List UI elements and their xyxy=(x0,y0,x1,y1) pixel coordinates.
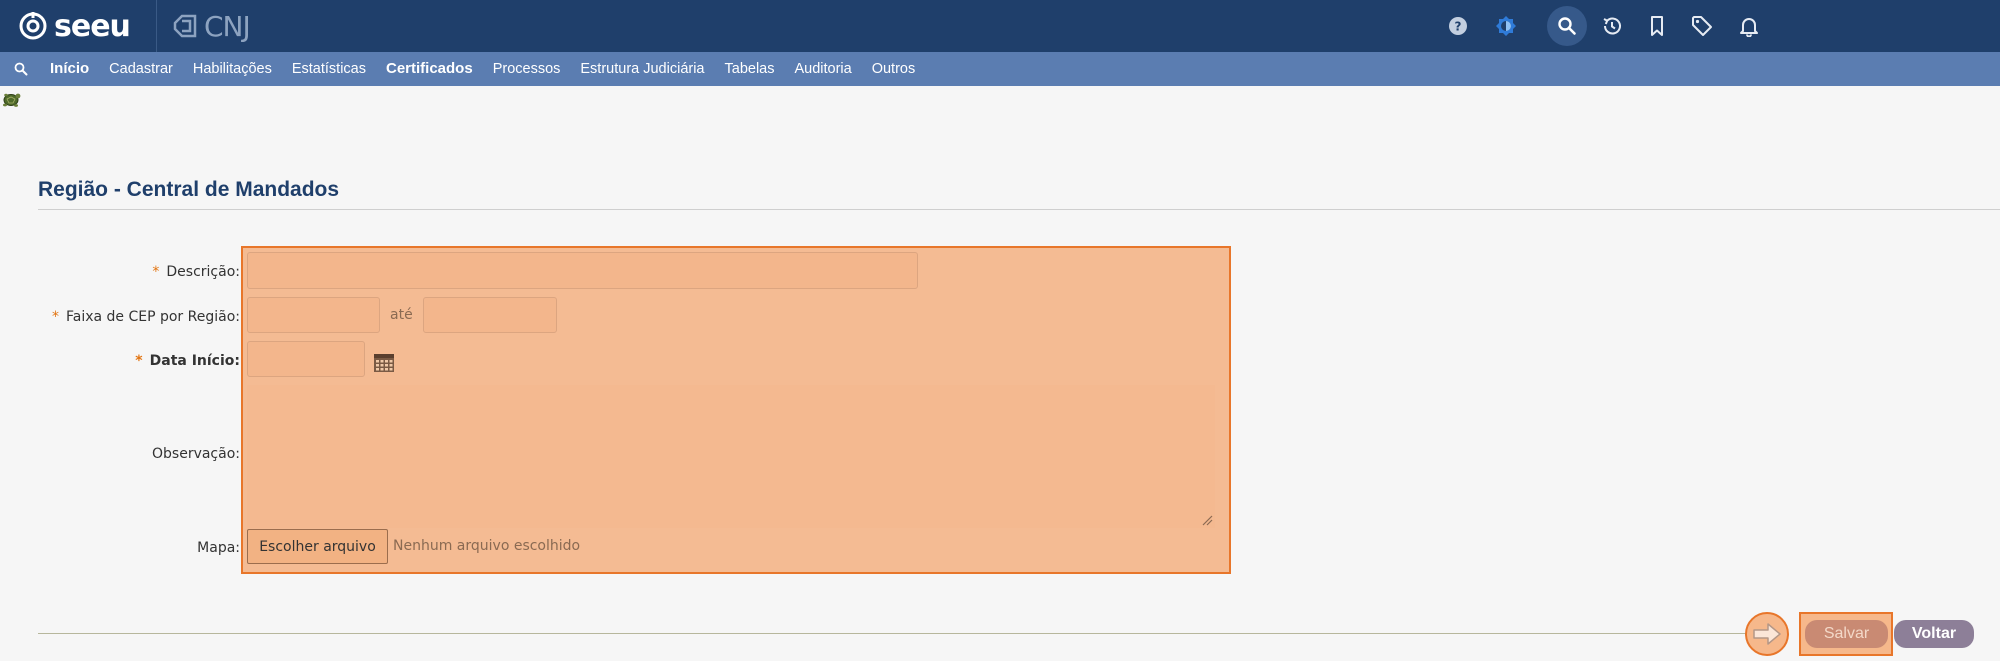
help-icon[interactable]: ? xyxy=(1438,6,1478,46)
required-mark: * xyxy=(135,353,143,369)
data-inicio-label: * Data Início: xyxy=(135,353,240,369)
observacao-label: Observação: xyxy=(152,446,240,462)
seeu-logo-text: seeu xyxy=(54,8,131,44)
menu-item-certificados[interactable]: Certificados xyxy=(376,52,483,86)
menu-item-processos[interactable]: Processos xyxy=(483,52,571,86)
theme-toggle-icon[interactable] xyxy=(1486,6,1526,46)
cep-separator: até xyxy=(390,307,413,323)
next-arrow-button[interactable] xyxy=(1745,612,1789,656)
observacao-textarea[interactable] xyxy=(247,385,1215,528)
menu-item-habilitacoes[interactable]: Habilitações xyxy=(183,52,282,86)
menu-item-estrutura-judiciaria[interactable]: Estrutura Judiciária xyxy=(570,52,714,86)
svg-text:?: ? xyxy=(1455,20,1462,34)
data-inicio-input[interactable] xyxy=(247,341,365,377)
cep-from-input[interactable] xyxy=(247,297,380,333)
arrow-right-icon xyxy=(1753,623,1781,645)
menu-item-inicio[interactable]: Início xyxy=(40,52,99,86)
main-menu: Início Cadastrar Habilitações Estatístic… xyxy=(0,52,2000,86)
cnj-emblem-icon xyxy=(173,14,197,38)
choose-file-button[interactable]: Escolher arquivo xyxy=(247,529,388,564)
bottom-divider xyxy=(38,633,1748,634)
search-icon[interactable] xyxy=(1547,6,1587,46)
turtle-icon xyxy=(3,93,21,107)
cep-label: * Faixa de CEP por Região: xyxy=(51,309,240,325)
bell-icon[interactable] xyxy=(1729,6,1769,46)
cnj-logo: CNJ xyxy=(172,8,251,44)
logo-divider xyxy=(156,0,157,52)
tag-icon[interactable] xyxy=(1682,6,1722,46)
page-title: Região - Central de Mandados xyxy=(38,178,340,201)
top-bar: seeu CNJ ? xyxy=(0,0,2000,52)
required-mark: * xyxy=(51,309,59,325)
menu-item-auditoria[interactable]: Auditoria xyxy=(784,52,861,86)
menu-item-outros[interactable]: Outros xyxy=(862,52,926,86)
file-status-text: Nenhum arquivo escolhido xyxy=(393,538,581,554)
menu-search-icon[interactable] xyxy=(2,52,40,86)
seeu-logo[interactable]: seeu xyxy=(18,8,131,44)
menu-item-cadastrar[interactable]: Cadastrar xyxy=(99,52,183,86)
required-mark: * xyxy=(152,264,160,280)
calendar-icon[interactable] xyxy=(373,352,395,374)
history-icon[interactable] xyxy=(1592,6,1632,46)
cep-to-input[interactable] xyxy=(423,297,557,333)
title-divider xyxy=(38,209,2000,210)
cnj-logo-text: CNJ xyxy=(204,9,251,43)
mapa-label: Mapa: xyxy=(197,540,240,556)
voltar-button[interactable]: Voltar xyxy=(1894,620,1974,648)
descricao-input[interactable] xyxy=(247,252,918,289)
menu-item-tabelas[interactable]: Tabelas xyxy=(715,52,785,86)
seeu-logo-icon xyxy=(19,12,47,40)
bookmark-icon[interactable] xyxy=(1637,6,1677,46)
descricao-label: * Descrição: xyxy=(152,264,240,280)
resize-grip-icon[interactable] xyxy=(1201,514,1213,526)
salvar-button[interactable]: Salvar xyxy=(1805,620,1888,648)
menu-item-estatisticas[interactable]: Estatísticas xyxy=(282,52,376,86)
